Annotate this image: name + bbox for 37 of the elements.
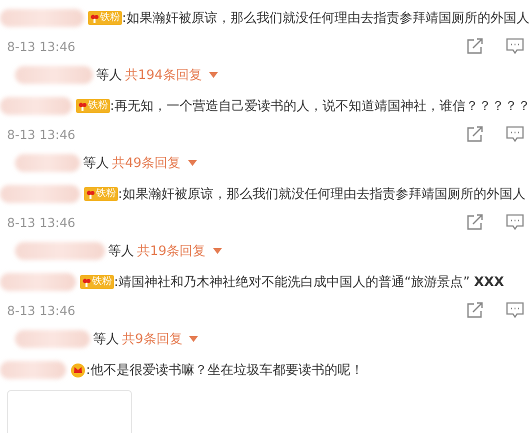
reply-count-link[interactable]: 共49条回复 bbox=[112, 154, 181, 172]
reply-users-label: 等人 bbox=[108, 243, 134, 260]
redacted-username bbox=[0, 97, 72, 115]
share-icon[interactable] bbox=[466, 214, 484, 230]
comment-icon[interactable] bbox=[506, 38, 524, 54]
comment-icon[interactable] bbox=[506, 126, 524, 142]
comment-time: 8-13 13:46 bbox=[7, 214, 76, 230]
comment-text: :他不是很爱读书嘛？坐在垃圾车都要读书的呢！ bbox=[86, 362, 364, 379]
reply-users-label: 等人 bbox=[83, 155, 109, 172]
reply-count-link[interactable]: 共194条回复 bbox=[125, 66, 202, 84]
comment-time: 8-13 13:46 bbox=[7, 302, 76, 318]
caret-icon[interactable] bbox=[212, 248, 222, 254]
comment-time: 8-13 13:46 bbox=[7, 126, 76, 142]
caret-icon[interactable] bbox=[208, 72, 218, 78]
redacted-username bbox=[15, 154, 80, 172]
reply-count-link[interactable]: 共9条回复 bbox=[122, 330, 182, 348]
reply-count-link[interactable]: 共19条回复 bbox=[137, 242, 206, 260]
share-icon[interactable] bbox=[466, 302, 484, 318]
comment-text: :如果瀚奸被原谅，那么我们就没任何理由去指责参拜靖国厕所的外国人 bbox=[118, 186, 526, 203]
reply-users-label: 等人 bbox=[96, 67, 122, 84]
comment-text: :靖国神社和乃木神社绝对不能洗白成中国人的普通“旅游景点” XXX bbox=[114, 274, 504, 291]
fan-badge: 铁粉 bbox=[76, 99, 110, 113]
caret-icon[interactable] bbox=[188, 160, 197, 166]
reply-users-label: 等人 bbox=[93, 331, 119, 348]
comment-time: 8-13 13:46 bbox=[7, 38, 76, 54]
share-icon[interactable] bbox=[466, 38, 484, 54]
comment-text: :再无知，一个营造自己爱读书的人，说不知道靖国神社，谁信？？？？？ bbox=[110, 98, 530, 115]
share-icon[interactable] bbox=[466, 126, 484, 142]
caret-icon[interactable] bbox=[189, 336, 198, 342]
fan-badge: 铁粉 bbox=[84, 187, 118, 201]
comment-icon[interactable] bbox=[506, 302, 524, 318]
fan-badge: 铁粉 bbox=[80, 275, 114, 289]
comment-text: :如果瀚奸被原谅，那么我们就没任何理由去指责参拜靖国厕所的外国人 bbox=[122, 10, 530, 27]
fan-badge: 铁粉 bbox=[88, 11, 122, 25]
crown-icon bbox=[70, 362, 86, 378]
redacted-username bbox=[0, 361, 66, 379]
comment-icon[interactable] bbox=[506, 214, 524, 230]
